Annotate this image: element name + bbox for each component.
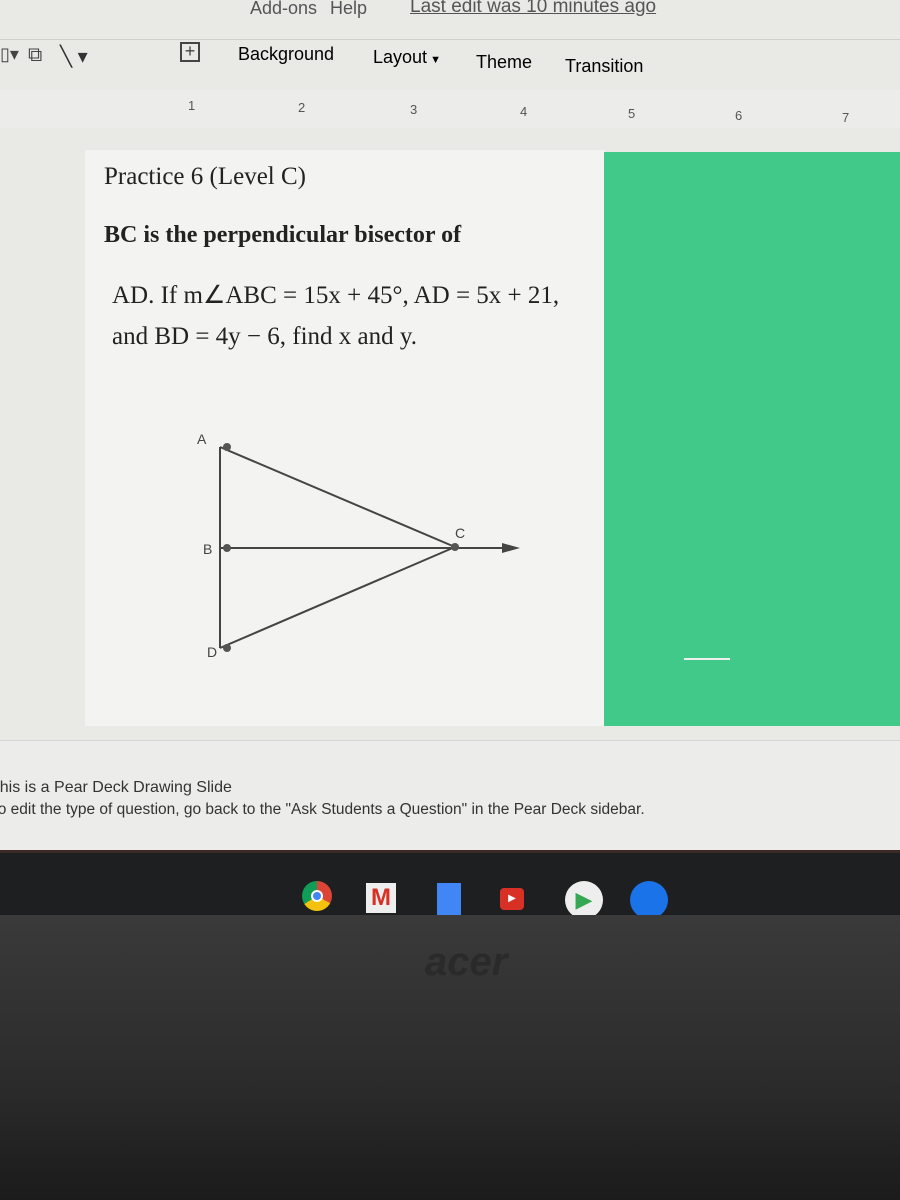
label-b: B — [203, 541, 212, 557]
play-store-icon[interactable]: ▶ — [565, 881, 603, 919]
youtube-icon[interactable]: ▶ — [500, 888, 524, 910]
notes-line-1: This is a Pear Deck Drawing Slide — [0, 779, 232, 796]
chrome-icon[interactable] — [302, 881, 332, 911]
segment-dc — [219, 546, 456, 649]
acer-logo: acer — [425, 940, 508, 984]
ray-arrowhead — [502, 543, 520, 553]
geometry-diagram: A B C D — [197, 431, 520, 660]
chromeos-shelf: M ▶ ▶ — [0, 850, 900, 919]
notes-line-2: To edit the type of question, go back to… — [0, 801, 645, 818]
label-d: D — [207, 644, 217, 660]
label-a: A — [197, 431, 207, 447]
gmail-icon[interactable]: M — [366, 883, 396, 913]
point-b — [223, 544, 231, 552]
screen: Add-ons Help Last edit was 10 minutes ag… — [0, 0, 900, 850]
point-c — [451, 543, 459, 551]
segment-ac — [219, 446, 456, 548]
docs-icon[interactable] — [437, 883, 461, 917]
point-a — [223, 443, 231, 451]
label-c: C — [455, 525, 465, 541]
files-icon[interactable] — [630, 881, 668, 919]
point-d — [223, 644, 231, 652]
speaker-notes[interactable]: This is a Pear Deck Drawing Slide To edi… — [0, 740, 900, 850]
